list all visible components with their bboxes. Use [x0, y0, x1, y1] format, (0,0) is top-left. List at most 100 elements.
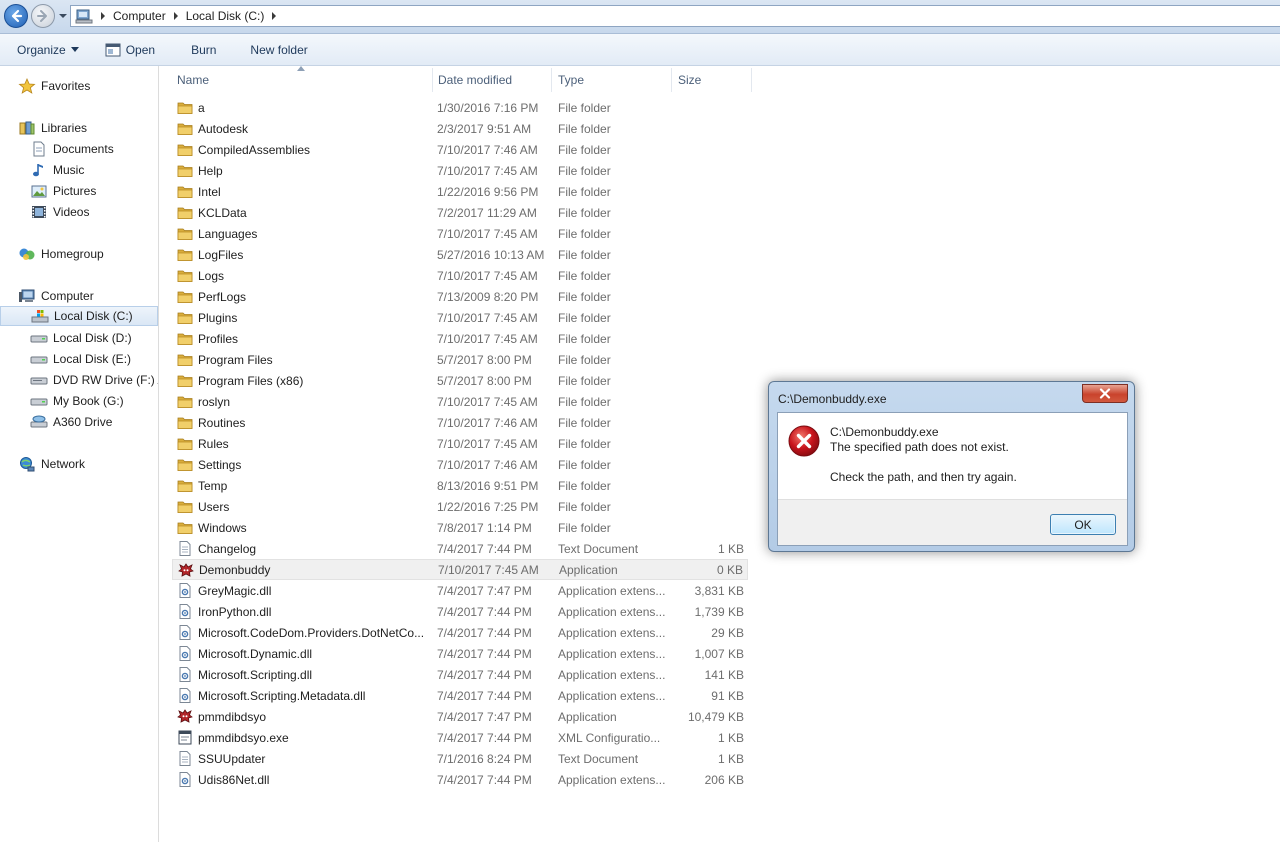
nav-local-disk-d[interactable]: Local Disk (D:) — [0, 328, 158, 348]
column-divider[interactable] — [751, 68, 752, 92]
dialog-message-area: C:\Demonbuddy.exe The specified path doe… — [778, 413, 1127, 499]
column-header-size[interactable]: Size — [661, 68, 751, 92]
folder-icon — [177, 417, 193, 429]
file-row[interactable]: GreyMagic.dll 7/4/2017 7:47 PM Application… — [172, 580, 748, 601]
file-row[interactable]: Demonbuddy 7/10/2017 7:45 AM Application 0 … — [172, 559, 748, 580]
nav-videos[interactable]: Videos — [0, 202, 158, 222]
nav-local-disk-e[interactable]: Local Disk (E:) — [0, 349, 158, 369]
file-row[interactable]: Program Files 5/7/2017 8:00 PM File folder — [172, 349, 748, 370]
nav-label: A360 Drive — [53, 415, 113, 429]
nav-favorites[interactable]: Favorites — [0, 76, 158, 96]
nav-network[interactable]: Network — [0, 454, 158, 474]
burn-label: Burn — [191, 42, 217, 57]
file-row[interactable]: Temp 8/13/2016 9:51 PM File folder — [172, 475, 748, 496]
breadcrumb-chevron-right-icon[interactable] — [172, 11, 180, 21]
file-row[interactable]: Microsoft.Scripting.Metadata.dll 7/4/2017… — [172, 685, 748, 706]
ok-button[interactable]: OK — [1050, 514, 1116, 535]
file-row[interactable]: Routines 7/10/2017 7:46 AM File folder — [172, 412, 748, 433]
file-row[interactable]: LogFiles 5/27/2016 10:13 AM File folder — [172, 244, 748, 265]
file-date-modified: 1/22/2016 7:25 PM — [437, 499, 539, 514]
file-type: File folder — [558, 163, 611, 178]
file-type: File folder — [558, 373, 611, 388]
file-row[interactable]: Users 1/22/2016 7:25 PM File folder — [172, 496, 748, 517]
computer-icon — [19, 289, 35, 302]
file-row[interactable]: PerfLogs 7/13/2009 8:20 PM File folder — [172, 286, 748, 307]
file-row[interactable]: Plugins 7/10/2017 7:45 AM File folder — [172, 307, 748, 328]
dll-file-icon — [179, 688, 191, 703]
chevron-down-icon — [70, 46, 79, 52]
nav-computer[interactable]: Computer — [0, 286, 158, 306]
file-row[interactable]: Profiles 7/10/2017 7:45 AM File folder — [172, 328, 748, 349]
file-size: 141 KB — [704, 667, 744, 682]
column-header-date[interactable]: Date modified — [421, 68, 541, 92]
nav-label: DVD RW Drive (F:) A — [53, 373, 158, 387]
file-row[interactable]: SSUUpdater 7/1/2016 8:24 PM Text Document 1… — [172, 748, 748, 769]
file-row[interactable]: Microsoft.Scripting.dll 7/4/2017 7:44 PM A… — [172, 664, 748, 685]
file-row[interactable]: Settings 7/10/2017 7:46 AM File folder — [172, 454, 748, 475]
file-row[interactable]: CompiledAssemblies 7/10/2017 7:46 AM File … — [172, 139, 748, 160]
nav-label: Local Disk (D:) — [53, 331, 132, 345]
file-date-modified: 7/10/2017 7:46 AM — [437, 415, 538, 430]
file-row[interactable]: Intel 1/22/2016 9:56 PM File folder — [172, 181, 748, 202]
file-type: Application — [558, 709, 617, 724]
column-header-name[interactable]: Name — [160, 68, 432, 92]
nav-dvd-drive-f[interactable]: DVD RW Drive (F:) A — [0, 370, 158, 390]
file-row[interactable]: roslyn 7/10/2017 7:45 AM File folder — [172, 391, 748, 412]
file-row[interactable]: IronPython.dll 7/4/2017 7:44 PM Applicatio… — [172, 601, 748, 622]
file-type: File folder — [558, 226, 611, 241]
file-size: 1,739 KB — [694, 604, 744, 619]
file-row[interactable]: a 1/30/2016 7:16 PM File folder — [172, 97, 748, 118]
breadcrumb-local-disk-c[interactable]: Local Disk (C:) — [186, 9, 265, 23]
file-row[interactable]: Microsoft.CodeDom.Providers.DotNetCo... 7… — [172, 622, 748, 643]
file-row[interactable]: Microsoft.Dynamic.dll 7/4/2017 7:44 PM App… — [172, 643, 748, 664]
file-date-modified: 7/10/2017 7:45 AM — [437, 394, 538, 409]
file-row[interactable]: Logs 7/10/2017 7:45 AM File folder — [172, 265, 748, 286]
file-type: File folder — [558, 184, 611, 199]
nav-pictures[interactable]: Pictures — [0, 181, 158, 201]
file-name: a — [198, 100, 205, 115]
file-row[interactable]: Windows 7/8/2017 1:14 PM File folder — [172, 517, 748, 538]
folder-icon — [177, 375, 193, 387]
file-row[interactable]: pmmdibdsyo 7/4/2017 7:47 PM Application 10,… — [172, 706, 748, 727]
file-row[interactable]: Autodesk 2/3/2017 9:51 AM File folder — [172, 118, 748, 139]
nav-homegroup[interactable]: Homegroup — [0, 244, 158, 264]
file-row[interactable]: Rules 7/10/2017 7:45 AM File folder — [172, 433, 748, 454]
column-header-type[interactable]: Type — [541, 68, 661, 92]
nav-a360-drive[interactable]: A360 Drive — [0, 412, 158, 432]
breadcrumb-chevron-right-icon[interactable] — [270, 11, 278, 21]
nav-documents[interactable]: Documents — [0, 139, 158, 159]
nav-music[interactable]: Music — [0, 160, 158, 180]
file-date-modified: 7/4/2017 7:44 PM — [437, 688, 532, 703]
address-field[interactable]: Computer Local Disk (C:) — [70, 5, 1280, 27]
dialog-close-button[interactable] — [1082, 384, 1128, 403]
config-file-icon — [178, 730, 192, 745]
nav-my-book-g[interactable]: My Book (G:) — [0, 391, 158, 411]
organize-button[interactable]: Organize — [8, 38, 88, 62]
breadcrumb-computer[interactable]: Computer — [113, 9, 166, 23]
file-row[interactable]: Changelog 7/4/2017 7:44 PM Text Document 1 … — [172, 538, 748, 559]
file-date-modified: 5/27/2016 10:13 AM — [437, 247, 545, 262]
file-size: 91 KB — [711, 688, 744, 703]
file-row[interactable]: KCLData 7/2/2017 11:29 AM File folder — [172, 202, 748, 223]
file-row[interactable]: pmmdibdsyo.exe 7/4/2017 7:44 PM XML Config… — [172, 727, 748, 748]
file-row[interactable]: Languages 7/10/2017 7:45 AM File folder — [172, 223, 748, 244]
file-row[interactable]: Udis86Net.dll 7/4/2017 7:44 PM Application… — [172, 769, 748, 790]
breadcrumb-chevron-right-icon[interactable] — [99, 11, 107, 21]
burn-button[interactable]: Burn — [182, 38, 225, 62]
file-name: pmmdibdsyo.exe — [198, 730, 289, 745]
file-row[interactable]: Program Files (x86) 5/7/2017 8:00 PM File … — [172, 370, 748, 391]
file-name: Users — [198, 499, 230, 514]
file-date-modified: 1/30/2016 7:16 PM — [437, 100, 539, 115]
forward-button[interactable] — [31, 4, 55, 28]
recent-pages-chevron-down-icon[interactable] — [58, 11, 68, 21]
nav-libraries[interactable]: Libraries — [0, 118, 158, 138]
file-row[interactable]: Help 7/10/2017 7:45 AM File folder — [172, 160, 748, 181]
file-type: File folder — [558, 268, 611, 283]
file-type: File folder — [558, 478, 611, 493]
open-button[interactable]: Open — [96, 38, 164, 62]
back-button[interactable] — [4, 4, 28, 28]
folder-icon — [177, 165, 193, 177]
new-folder-button[interactable]: New folder — [241, 38, 316, 62]
nav-local-disk-c[interactable]: Local Disk (C:) — [0, 306, 158, 326]
file-date-modified: 7/10/2017 7:45 AM — [437, 310, 538, 325]
